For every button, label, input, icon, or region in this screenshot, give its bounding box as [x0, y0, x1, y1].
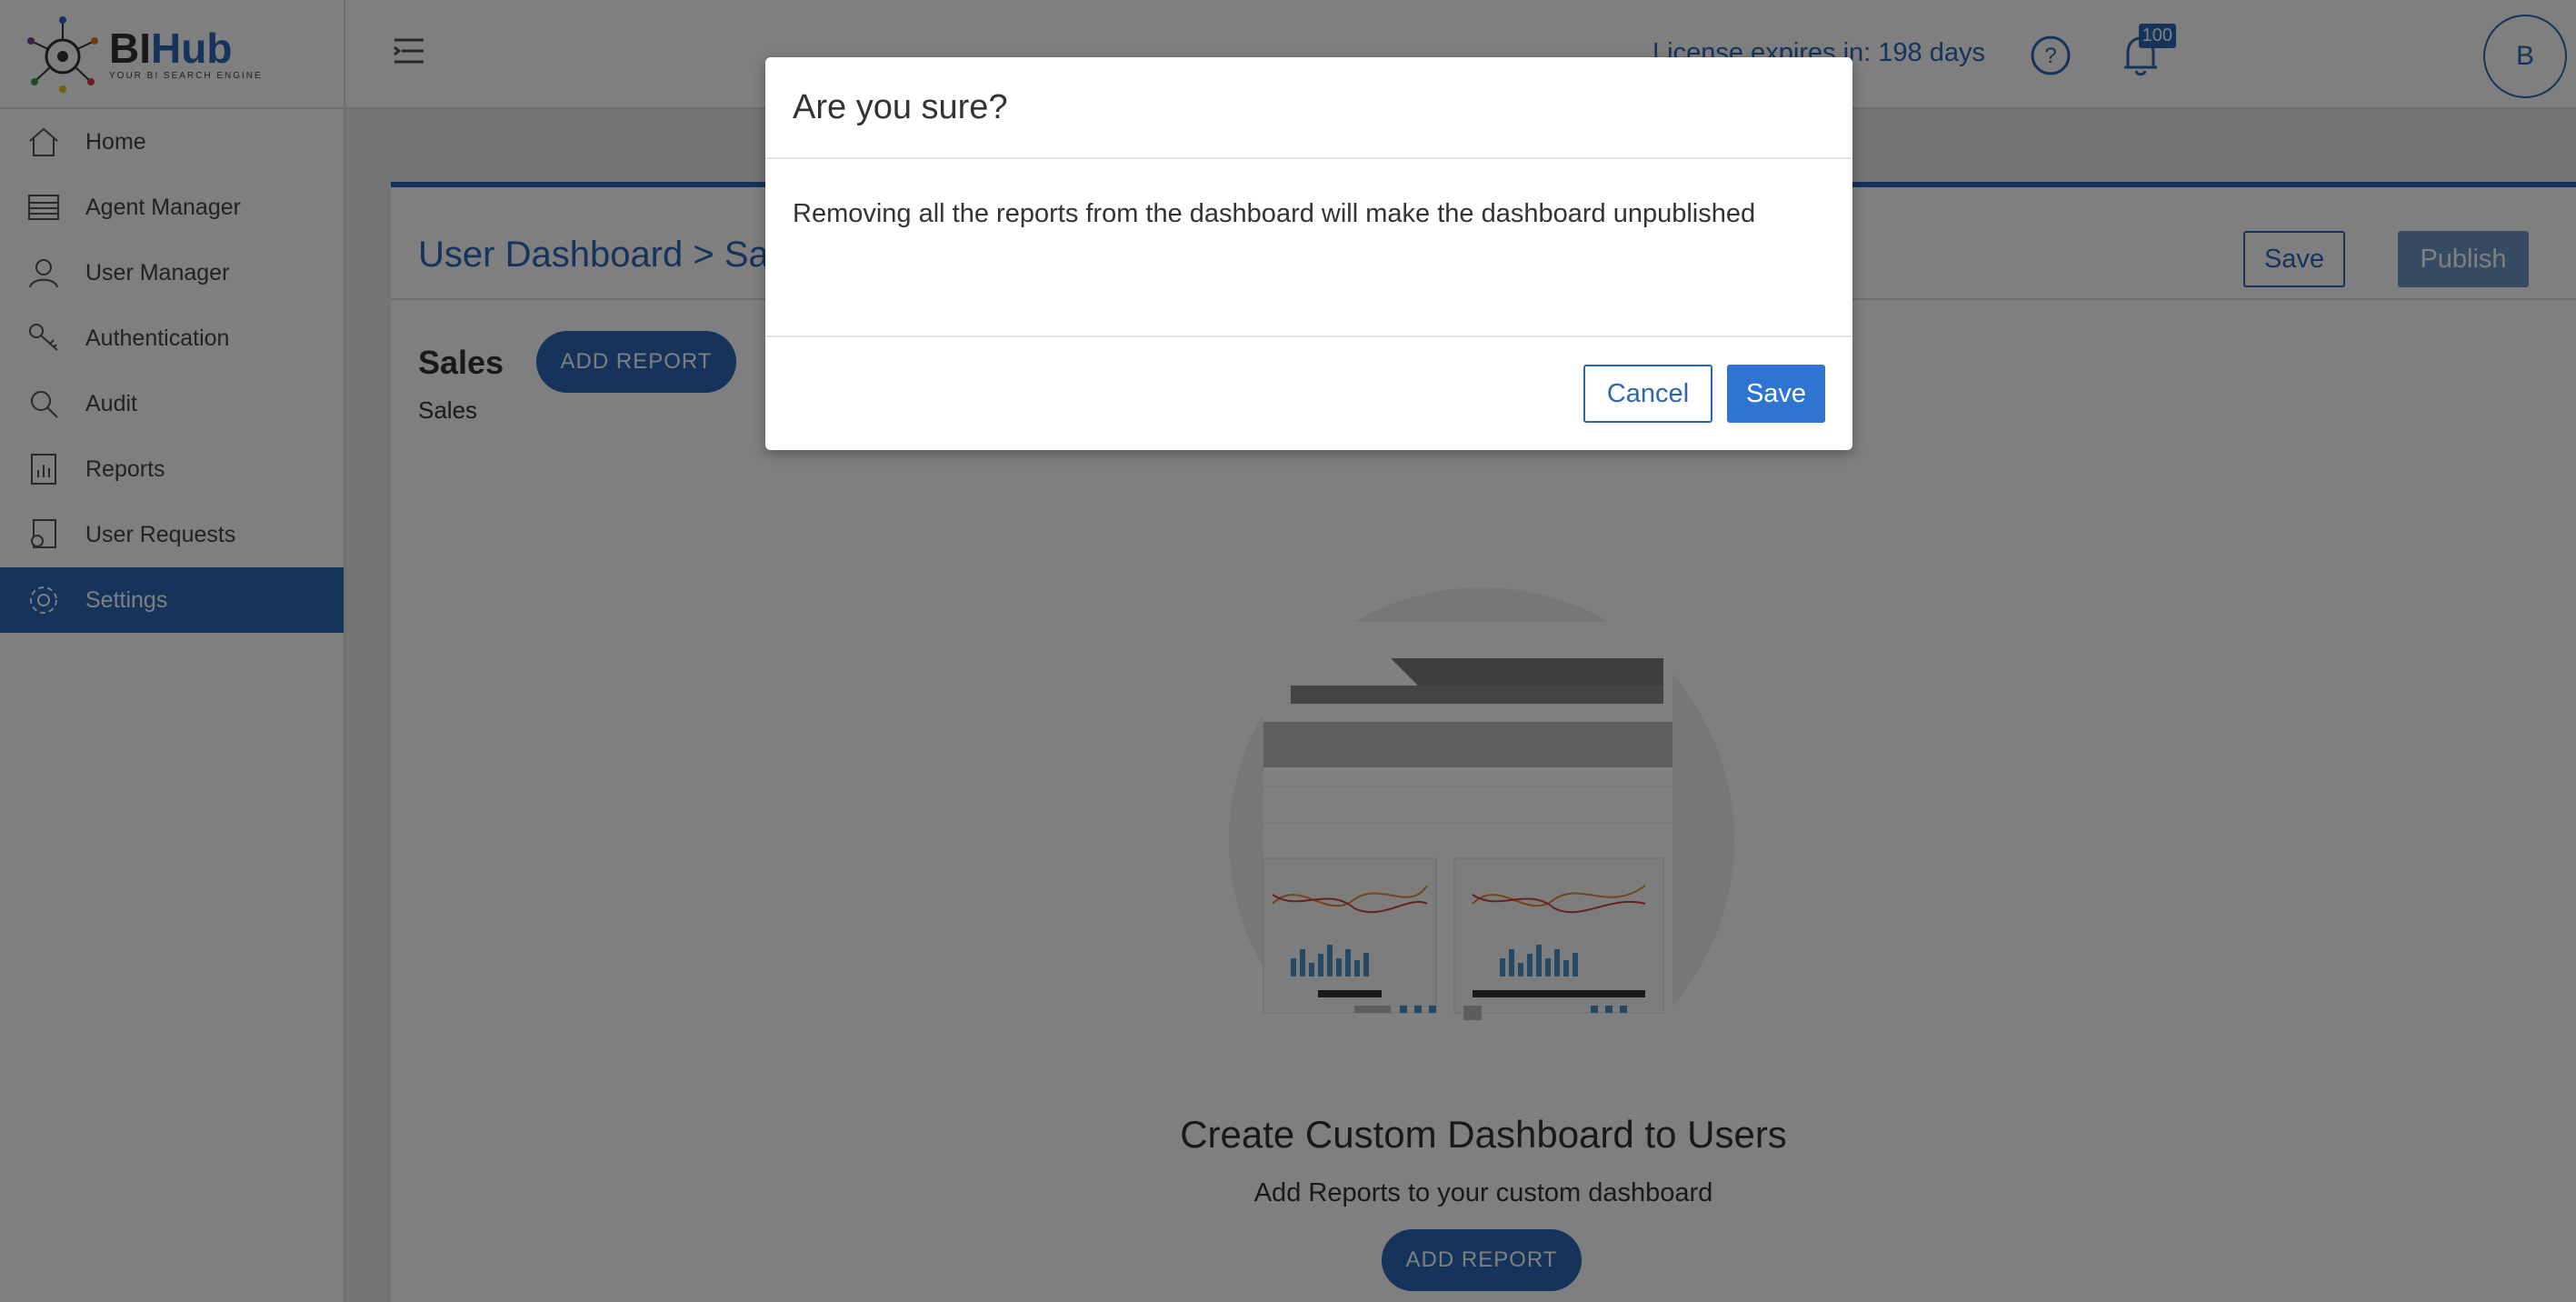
confirm-dialog: Are you sure? Removing all the reports f…: [765, 57, 1852, 450]
dialog-message: Removing all the reports from the dashbo…: [765, 159, 1852, 337]
dialog-footer: Cancel Save: [765, 337, 1852, 450]
confirm-save-button[interactable]: Save: [1727, 365, 1825, 423]
cancel-button[interactable]: Cancel: [1583, 365, 1712, 423]
dialog-title: Are you sure?: [765, 57, 1852, 159]
